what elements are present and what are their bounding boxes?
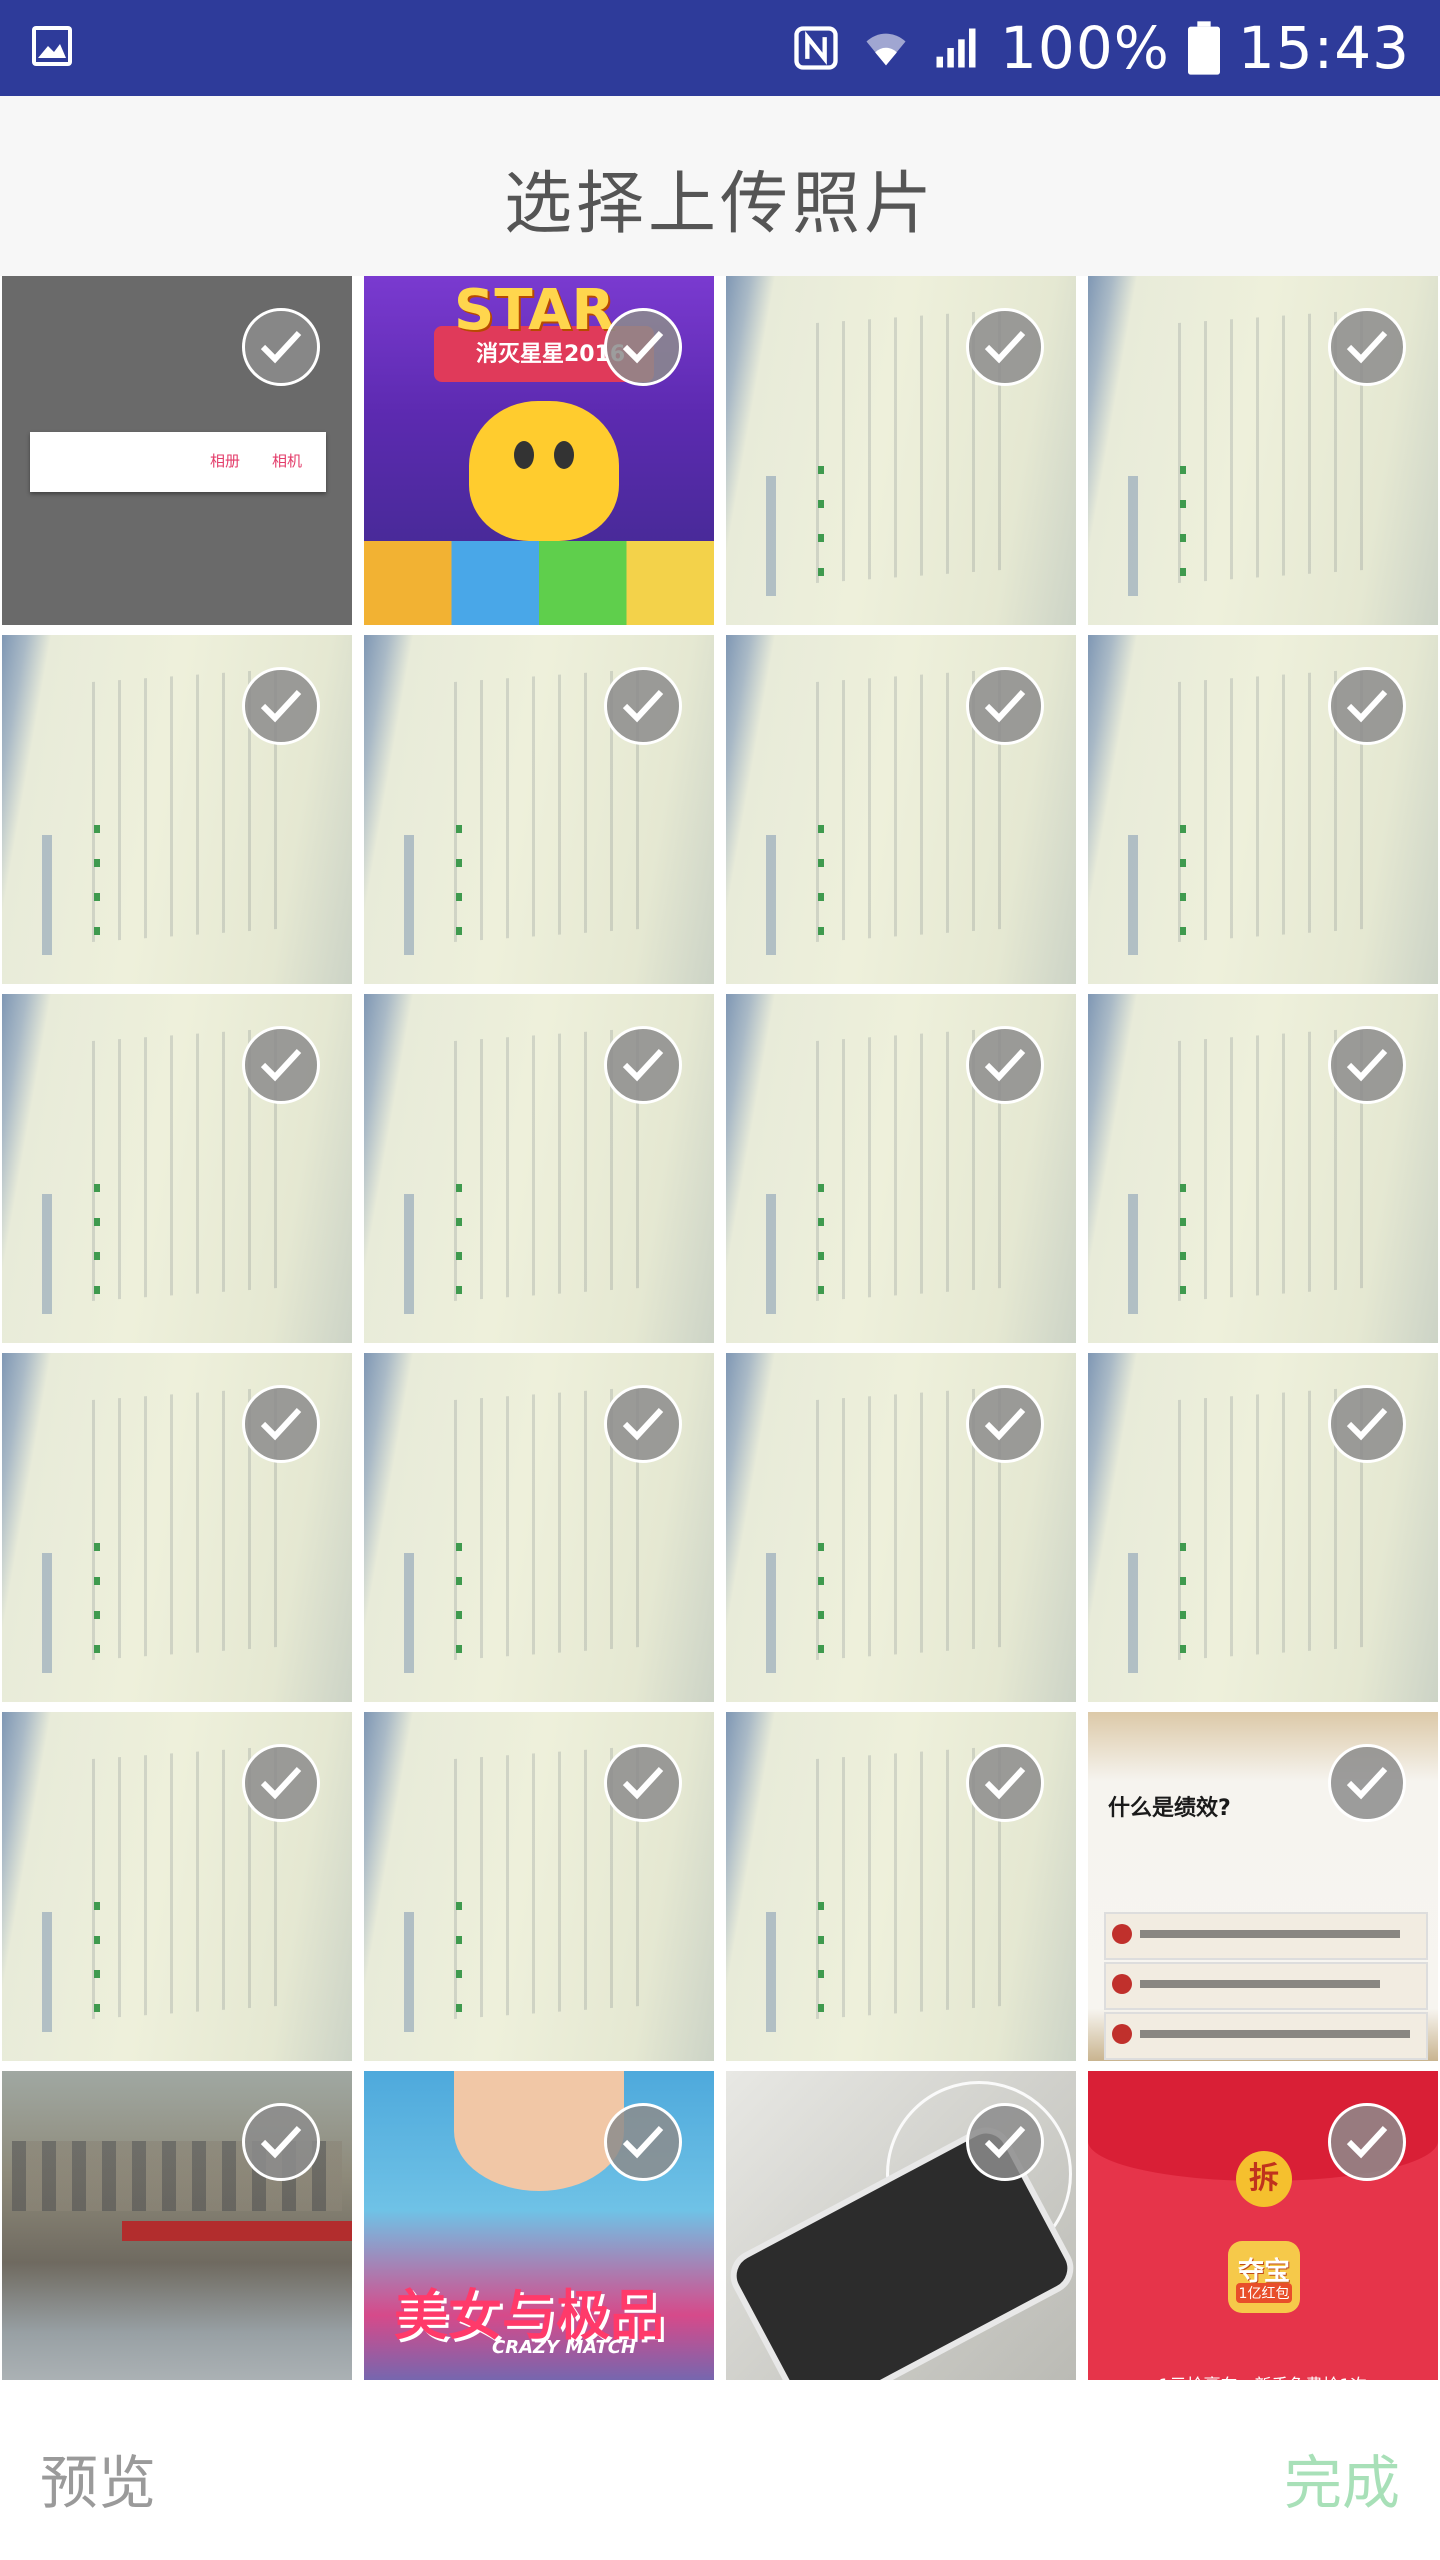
selected-check-icon[interactable] [604,1026,682,1104]
photo-tile[interactable] [2,994,352,1343]
photo-tile[interactable] [1088,1353,1438,1702]
selected-check-icon[interactable] [242,1385,320,1463]
photo-tile[interactable] [1088,994,1438,1343]
selected-check-icon[interactable] [242,308,320,386]
dialog-screenshot: 相册 相机 [30,432,326,492]
selected-check-icon[interactable] [242,1744,320,1822]
selected-check-icon[interactable] [604,308,682,386]
poster-subtitle: CRAZY MATCH [492,2337,637,2358]
nfc-icon [794,26,838,70]
star-character [469,401,619,541]
page-title: 选择上传照片 [503,165,936,244]
status-bar: 100% 15:43 [0,0,1440,96]
photo-tile[interactable] [726,2071,1076,2420]
photo-tile[interactable] [1088,276,1438,625]
selected-check-icon[interactable] [966,1744,1044,1822]
red-packet-badge: 夺宝 1亿红包 [1228,2241,1300,2313]
photo-grid: 相册 相机 STAR 消灭星星2016 什么是绩效? 美女与极品 CRAZY M… [0,276,1440,2420]
selected-check-icon[interactable] [242,1026,320,1104]
selected-check-icon[interactable] [966,1026,1044,1104]
gallery-icon [32,26,72,66]
photo-tile[interactable] [726,994,1076,1343]
photo-tile[interactable] [726,635,1076,984]
photo-tile[interactable] [726,276,1076,625]
selected-check-icon[interactable] [1328,2103,1406,2181]
photo-tile[interactable] [726,1712,1076,2061]
photo-tile[interactable] [364,1353,714,1702]
selected-check-icon[interactable] [1328,308,1406,386]
selected-check-icon[interactable] [1328,667,1406,745]
selected-check-icon[interactable] [1328,1744,1406,1822]
star-blocks [364,541,714,625]
selected-check-icon[interactable] [966,1385,1044,1463]
dialog-option-album: 相册 [210,452,241,470]
photo-tile[interactable] [726,1353,1076,1702]
selected-check-icon[interactable] [604,667,682,745]
photo-tile[interactable] [364,1712,714,2061]
dialog-option-camera: 相机 [272,452,303,470]
selected-check-icon[interactable] [242,2103,320,2181]
clock: 15:43 [1237,14,1410,82]
photo-tile[interactable] [2,2071,352,2420]
battery-percent: 100% [1000,14,1170,82]
star-game-title: STAR [454,278,615,343]
preview-button[interactable]: 预览 [40,2436,156,2520]
photo-tile[interactable]: 什么是绩效? [1088,1712,1438,2061]
selected-check-icon[interactable] [966,2103,1044,2181]
wifi-icon [866,33,906,66]
selected-check-icon[interactable] [604,1385,682,1463]
photo-tile[interactable] [364,635,714,984]
photo-tile[interactable]: 相册 相机 [2,276,352,625]
battery-icon [1187,21,1220,75]
selected-check-icon[interactable] [242,667,320,745]
selected-check-icon[interactable] [1328,1385,1406,1463]
selected-check-icon[interactable] [966,667,1044,745]
photo-tile[interactable] [364,994,714,1343]
photo-tile[interactable] [2,1353,352,1702]
photo-tile[interactable] [2,1712,352,2061]
whiteboard-title: 什么是绩效? [1108,1796,1231,1821]
star-game-subtitle: 消灭星星2016 [476,342,626,367]
bottom-bar: 预览 完成 [0,2380,1440,2560]
photo-tile[interactable] [1088,635,1438,984]
photo-tile[interactable]: 拆 夺宝 1亿红包 1元抢豪车，新手免费抢1次 [1088,2071,1438,2420]
selected-check-icon[interactable] [966,308,1044,386]
page-header: 选择上传照片 [0,96,1440,276]
photo-tile[interactable]: STAR 消灭星星2016 [364,276,714,625]
selected-check-icon[interactable] [604,1744,682,1822]
selected-check-icon[interactable] [604,2103,682,2181]
photo-tile[interactable] [2,635,352,984]
photo-tile[interactable]: 美女与极品 CRAZY MATCH [364,2071,714,2420]
signal-icon [936,28,976,68]
done-button[interactable]: 完成 [1284,2436,1400,2520]
red-packet-coin: 拆 [1236,2151,1292,2207]
selected-check-icon[interactable] [1328,1026,1406,1104]
